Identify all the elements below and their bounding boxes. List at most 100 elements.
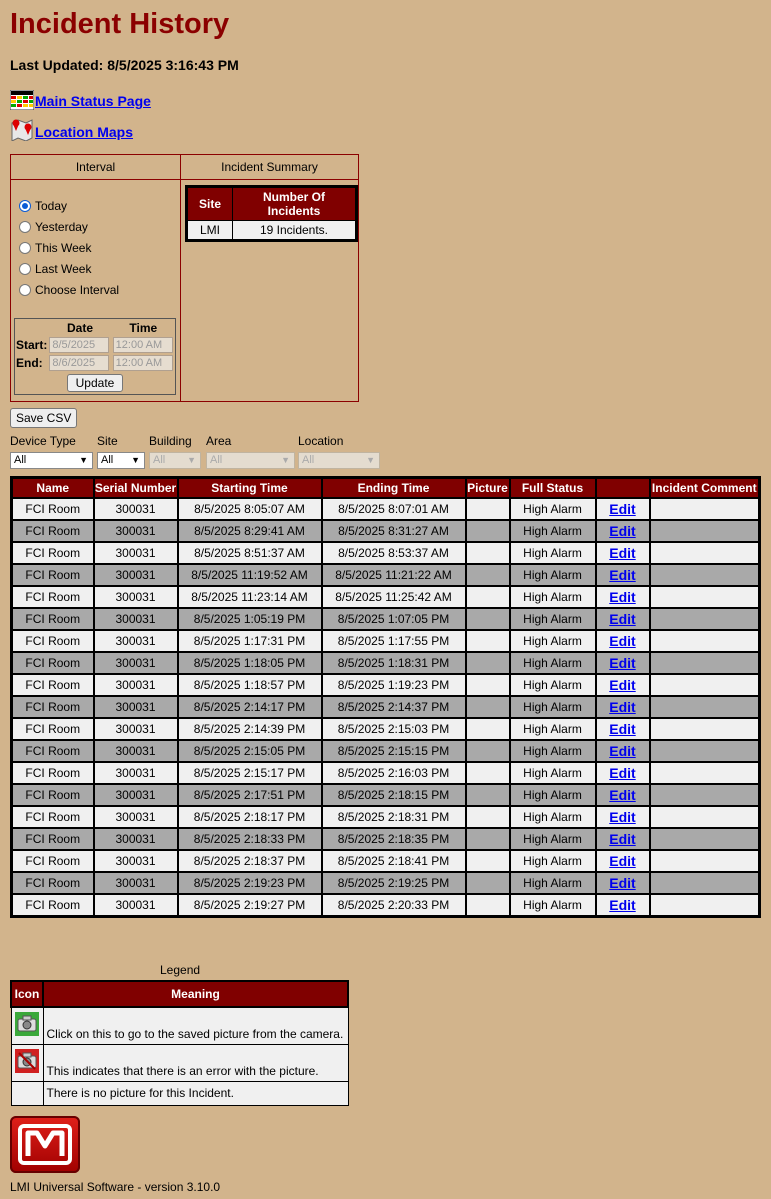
radio-button[interactable] bbox=[19, 284, 31, 296]
main-status-link[interactable]: Main Status Page bbox=[35, 94, 151, 110]
cell-comment[interactable] bbox=[648, 585, 761, 609]
edit-link[interactable]: Edit bbox=[609, 611, 635, 627]
edit-link[interactable]: Edit bbox=[609, 853, 635, 869]
radio-last-week[interactable]: Last Week bbox=[19, 262, 91, 276]
radio-button[interactable] bbox=[19, 242, 31, 254]
end-date-input[interactable]: 8/6/2025 bbox=[49, 355, 110, 371]
edit-link[interactable]: Edit bbox=[609, 721, 635, 737]
edit-link[interactable]: Edit bbox=[609, 765, 635, 781]
summary-table: Site Number Of Incidents LMI 19 Incident… bbox=[185, 185, 358, 242]
cell-comment[interactable] bbox=[648, 849, 761, 873]
table-row: FCI Room 300031 8/5/2025 1:18:05 PM 8/5/202… bbox=[10, 651, 761, 675]
edit-link[interactable]: Edit bbox=[609, 589, 635, 605]
edit-link[interactable]: Edit bbox=[609, 655, 635, 671]
cell-picture bbox=[464, 695, 511, 719]
cell-comment[interactable] bbox=[648, 805, 761, 829]
edit-link[interactable]: Edit bbox=[609, 809, 635, 825]
cell-comment[interactable] bbox=[648, 893, 761, 918]
radio-today[interactable]: Today bbox=[19, 199, 67, 213]
cell-comment[interactable] bbox=[648, 673, 761, 697]
cell-end: 8/5/2025 2:18:15 PM bbox=[320, 783, 467, 807]
edit-link[interactable]: Edit bbox=[609, 699, 635, 715]
cell-status: High Alarm bbox=[508, 497, 597, 521]
edit-link[interactable]: Edit bbox=[609, 677, 635, 693]
cell-start: 8/5/2025 2:17:51 PM bbox=[176, 783, 323, 807]
edit-link[interactable]: Edit bbox=[609, 567, 635, 583]
edit-link[interactable]: Edit bbox=[609, 743, 635, 759]
legend-meaning-header: Meaning bbox=[42, 980, 349, 1008]
location-maps-link[interactable]: Location Maps bbox=[35, 125, 133, 141]
edit-link[interactable]: Edit bbox=[609, 831, 635, 847]
cell-name: FCI Room bbox=[10, 739, 95, 763]
cell-comment[interactable] bbox=[648, 651, 761, 675]
summary-count: 19 Incidents. bbox=[232, 220, 357, 241]
cell-serial: 300031 bbox=[92, 585, 179, 609]
radio-this-week[interactable]: This Week bbox=[19, 241, 91, 255]
cell-comment[interactable] bbox=[648, 629, 761, 653]
cell-name: FCI Room bbox=[10, 607, 95, 631]
cell-picture bbox=[464, 871, 511, 895]
start-label: Start: bbox=[16, 338, 48, 352]
start-date-input[interactable]: 8/5/2025 bbox=[49, 337, 110, 353]
edit-link[interactable]: Edit bbox=[609, 875, 635, 891]
cell-comment[interactable] bbox=[648, 607, 761, 631]
status-grid-icon bbox=[10, 90, 34, 110]
cell-comment[interactable] bbox=[648, 695, 761, 719]
legend-meaning-3: There is no picture for this Incident. bbox=[42, 1080, 349, 1106]
col-status-header: Full Status bbox=[508, 476, 597, 499]
col-name-header: Name bbox=[10, 476, 95, 499]
cell-comment[interactable] bbox=[648, 871, 761, 895]
radio-choose-interval[interactable]: Choose Interval bbox=[19, 283, 119, 297]
cell-comment[interactable] bbox=[648, 717, 761, 741]
device-type-select[interactable]: All ▼ bbox=[10, 452, 93, 469]
cell-start: 8/5/2025 8:51:37 AM bbox=[176, 541, 323, 565]
table-row: FCI Room 300031 8/5/2025 2:17:51 PM 8/5/202… bbox=[10, 783, 761, 807]
edit-link[interactable]: Edit bbox=[609, 545, 635, 561]
site-select[interactable]: All ▼ bbox=[97, 452, 145, 469]
cell-serial: 300031 bbox=[92, 761, 179, 785]
table-row: FCI Room 300031 8/5/2025 2:19:27 PM 8/5/202… bbox=[10, 893, 761, 918]
cell-picture bbox=[464, 497, 511, 521]
end-time-input[interactable]: 12:00 AM bbox=[112, 355, 173, 371]
cell-start: 8/5/2025 2:18:33 PM bbox=[176, 827, 323, 851]
radio-yesterday[interactable]: Yesterday bbox=[19, 220, 88, 234]
save-csv-button[interactable]: Save CSV bbox=[10, 408, 78, 428]
cell-status: High Alarm bbox=[508, 783, 597, 807]
cell-start: 8/5/2025 1:18:57 PM bbox=[176, 673, 323, 697]
cell-comment[interactable] bbox=[648, 519, 761, 543]
radio-button-selected[interactable] bbox=[19, 200, 31, 212]
cell-start: 8/5/2025 1:05:19 PM bbox=[176, 607, 323, 631]
cell-comment[interactable] bbox=[648, 761, 761, 785]
cell-comment[interactable] bbox=[648, 541, 761, 565]
edit-link[interactable]: Edit bbox=[609, 501, 635, 517]
cell-serial: 300031 bbox=[92, 695, 179, 719]
edit-link[interactable]: Edit bbox=[609, 633, 635, 649]
location-maps-link-group[interactable]: Location Maps bbox=[10, 115, 133, 141]
cell-comment[interactable] bbox=[648, 783, 761, 807]
edit-link[interactable]: Edit bbox=[609, 787, 635, 803]
main-status-link-group[interactable]: Main Status Page bbox=[10, 84, 151, 110]
cell-comment[interactable] bbox=[648, 563, 761, 587]
radio-button[interactable] bbox=[19, 263, 31, 275]
update-button[interactable]: Update bbox=[66, 374, 124, 392]
cell-comment[interactable] bbox=[648, 497, 761, 521]
cell-status: High Alarm bbox=[508, 519, 597, 543]
edit-link[interactable]: Edit bbox=[609, 523, 635, 539]
col-serial-header: Serial Number bbox=[92, 476, 179, 499]
start-time-input[interactable]: 12:00 AM bbox=[112, 337, 173, 353]
cell-name: FCI Room bbox=[10, 563, 95, 587]
edit-link[interactable]: Edit bbox=[609, 897, 635, 913]
cell-status: High Alarm bbox=[508, 827, 597, 851]
camera-ok-icon[interactable] bbox=[15, 1012, 39, 1037]
cell-status: High Alarm bbox=[508, 541, 597, 565]
interval-panel: Interval Today Yesterday This Week Last … bbox=[11, 155, 181, 401]
location-select: All ▼ bbox=[298, 452, 380, 469]
cell-serial: 300031 bbox=[92, 871, 179, 895]
end-label: End: bbox=[16, 356, 43, 370]
cell-picture bbox=[464, 607, 511, 631]
cell-end: 8/5/2025 1:07:05 PM bbox=[320, 607, 467, 631]
cell-comment[interactable] bbox=[648, 827, 761, 851]
cell-comment[interactable] bbox=[648, 739, 761, 763]
radio-button[interactable] bbox=[19, 221, 31, 233]
date-header: Date bbox=[66, 320, 93, 335]
